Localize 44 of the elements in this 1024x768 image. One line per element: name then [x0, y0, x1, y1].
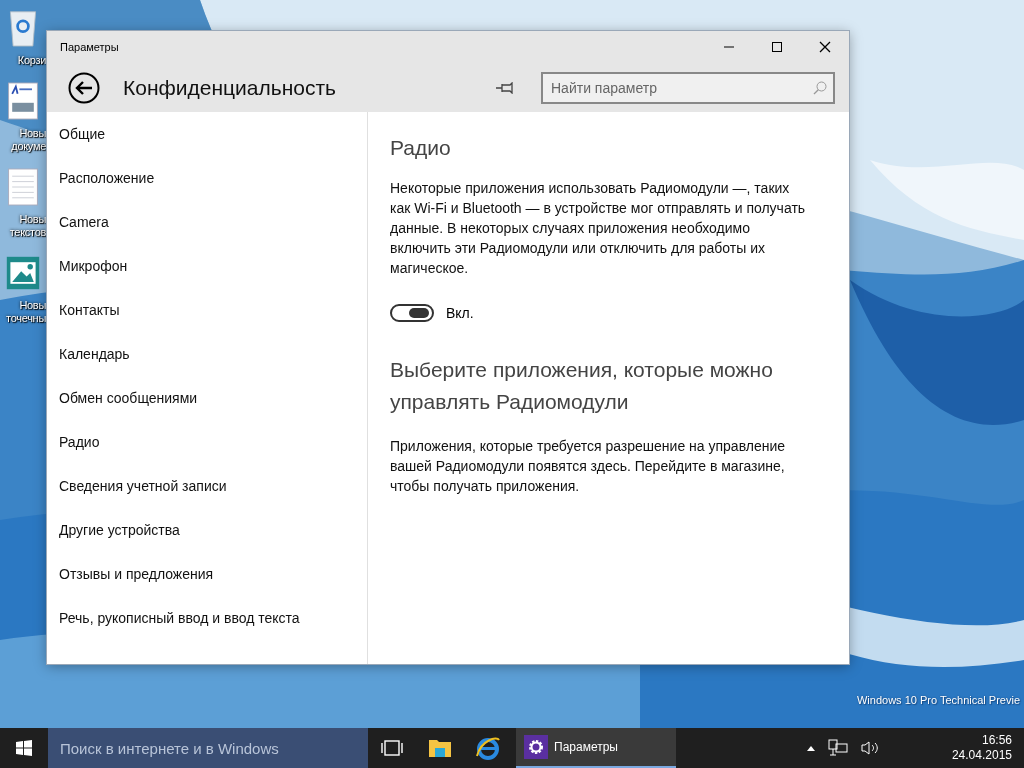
clock-date[interactable]: 24.04.2015: [951, 748, 1012, 763]
window-title: Параметры: [60, 41, 119, 53]
sidebar-item[interactable]: Camera: [47, 211, 367, 255]
folder-icon: [428, 737, 452, 759]
close-icon: [819, 41, 831, 53]
icon-label: Новы: [19, 213, 46, 226]
sidebar-item[interactable]: Другие устройства: [47, 519, 367, 563]
windows-logo-icon: [16, 740, 32, 756]
toggle-switch[interactable]: [390, 304, 434, 322]
sidebar-item[interactable]: Отзывы и предложения: [47, 563, 367, 607]
sidebar-item[interactable]: Расположение: [47, 167, 367, 211]
sidebar-item[interactable]: Обмен сообщениями: [47, 387, 367, 431]
description-text: Некоторые приложения использовать Радиомодули —, таких как Wi-Fi и Bluetooth — в устройстве мог отправлять и получать данные. В некоторых случаях приложения необходимо включить эти Радиомодули или отключить для работы их магическое.: [390, 179, 807, 278]
gear-icon: [524, 735, 548, 759]
browser-icon: [475, 736, 501, 760]
settings-app-button[interactable]: Параметры: [516, 728, 676, 768]
page-heading: Конфиденциальность: [123, 75, 336, 100]
section-title: Радио: [390, 136, 452, 160]
sidebar-item[interactable]: Общие: [47, 123, 367, 167]
show-hidden-icons-icon[interactable]: [805, 744, 816, 752]
sidebar-item[interactable]: Контакты: [47, 299, 367, 343]
apps-text: Приложения, которые требуется разрешение на управление вашей Радиомодули появятся здесь. Перейдите в магазине, чтобы получать приложения.: [390, 437, 787, 496]
maximize-icon: [771, 41, 783, 53]
icon-label: текстов: [9, 226, 46, 239]
document-icon[interactable]: [5, 81, 41, 121]
sidebar-item[interactable]: Сведения учетной записи: [47, 475, 367, 519]
sidebar-item[interactable]: Радио: [47, 431, 367, 475]
edition-text: Windows 10 Pro Technical Previe: [856, 694, 1020, 706]
sidebar-item[interactable]: Календарь: [47, 343, 367, 387]
back-icon[interactable]: [68, 71, 100, 104]
section-title: Выберите приложения, которые можно управлять Радиомодули: [390, 357, 774, 415]
sidebar-item[interactable]: Речь, рукописный ввод и ввод текста: [47, 607, 367, 651]
volume-icon[interactable]: [859, 740, 880, 756]
toggle-label: Вкл.: [446, 305, 474, 321]
search-icon: [813, 80, 827, 95]
sidebar-item[interactable]: Микрофон: [47, 255, 367, 299]
icon-label: докуме: [11, 140, 46, 153]
clock-time[interactable]: 16:56: [981, 733, 1012, 748]
icon-label: Корзи: [17, 54, 46, 67]
network-icon[interactable]: [827, 739, 848, 757]
icon-label: точечны: [6, 312, 46, 325]
task-view-icon: [381, 739, 403, 757]
search-field[interactable]: Найти параметр: [541, 71, 835, 104]
icon-label: Новы: [19, 299, 46, 312]
